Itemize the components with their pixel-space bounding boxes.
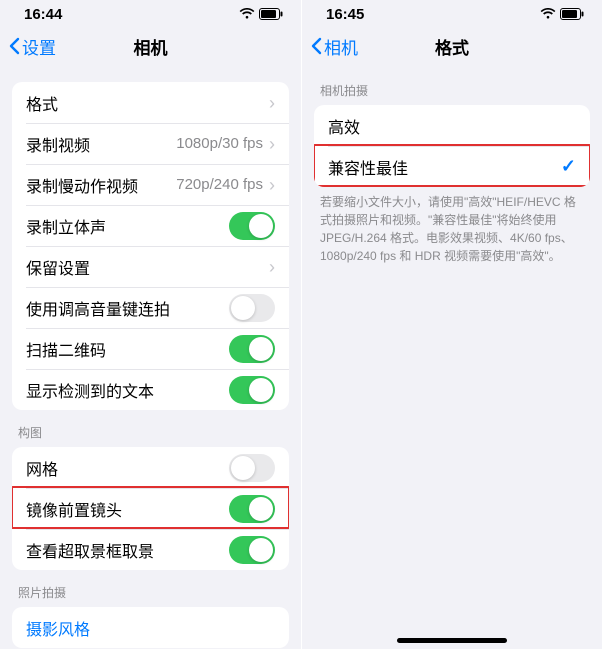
status-icons <box>239 8 283 20</box>
row-label: 镜像前置镜头 <box>26 497 122 521</box>
header-photo-capture: 照片拍摄 <box>12 570 289 607</box>
row-preserve[interactable]: 保留设置 › <box>12 246 289 287</box>
status-time: 16:45 <box>326 6 364 23</box>
row-label: 保留设置 <box>26 255 90 279</box>
row-label: 高效 <box>328 114 360 138</box>
row-stereo: 录制立体声 <box>12 205 289 246</box>
settings-content: 相机拍摄 高效 兼容性最佳 ✓ 若要缩小文件大小，请使用"高效"HEIF/HEV… <box>302 64 602 649</box>
footer-formats: 若要缩小文件大小，请使用"高效"HEIF/HEVC 格式拍摄照片和视频。"兼容性… <box>314 187 590 265</box>
home-indicator[interactable] <box>397 638 507 643</box>
row-label: 扫描二维码 <box>26 337 106 361</box>
toggle-qr[interactable] <box>229 335 275 363</box>
nav-bar: 设置 相机 <box>0 28 301 64</box>
row-label: 录制慢动作视频 <box>26 173 138 197</box>
group-formats: 高效 兼容性最佳 ✓ <box>314 105 590 187</box>
phone-right-format-settings: 16:45 相机 格式 相机拍摄 高效 兼容性最佳 ✓ 若要缩小文件大小，请使用… <box>301 0 602 649</box>
row-photographic-styles[interactable]: 摄影风格 <box>12 607 289 648</box>
nav-bar: 相机 格式 <box>302 28 602 64</box>
back-button[interactable]: 设置 <box>8 34 56 59</box>
row-format[interactable]: 格式 › <box>12 82 289 123</box>
group-composition: 网格 镜像前置镜头 查看超取景框取景 <box>12 447 289 570</box>
toggle-mirror-front[interactable] <box>229 495 275 523</box>
chevron-right-icon: › <box>269 94 275 112</box>
header-composition: 构图 <box>12 410 289 447</box>
row-label: 格式 <box>26 91 58 115</box>
toggle-stereo[interactable] <box>229 212 275 240</box>
chevron-left-icon <box>310 37 322 55</box>
group-photo-capture: 摄影风格 <box>12 607 289 648</box>
row-label: 兼容性最佳 <box>328 155 408 179</box>
row-volume-burst: 使用调高音量键连拍 <box>12 287 289 328</box>
check-icon: ✓ <box>561 156 576 177</box>
status-bar: 16:44 <box>0 0 301 28</box>
chevron-right-icon: › <box>269 135 275 153</box>
row-view-outside-frame: 查看超取景框取景 <box>12 529 289 570</box>
group-capture: 格式 › 录制视频 1080p/30 fps › 录制慢动作视频 720p/24… <box>12 82 289 410</box>
chevron-right-icon: › <box>269 176 275 194</box>
wifi-icon <box>239 8 255 20</box>
row-mirror-front: 镜像前置镜头 <box>12 488 289 529</box>
row-label: 录制视频 <box>26 132 90 156</box>
row-label: 网格 <box>26 456 58 480</box>
row-detail: 1080p/30 fps <box>176 135 263 152</box>
row-detect-text: 显示检测到的文本 <box>12 369 289 410</box>
settings-content: 格式 › 录制视频 1080p/30 fps › 录制慢动作视频 720p/24… <box>0 64 301 649</box>
header-camera-capture: 相机拍摄 <box>314 64 590 105</box>
back-label: 相机 <box>324 34 358 59</box>
status-icons <box>540 8 584 20</box>
status-time: 16:44 <box>24 6 62 23</box>
battery-icon <box>560 8 584 20</box>
chevron-left-icon <box>8 37 20 55</box>
wifi-icon <box>540 8 556 20</box>
row-most-compatible[interactable]: 兼容性最佳 ✓ <box>314 146 590 187</box>
row-video[interactable]: 录制视频 1080p/30 fps › <box>12 123 289 164</box>
row-label: 显示检测到的文本 <box>26 378 154 402</box>
row-label: 使用调高音量键连拍 <box>26 296 170 320</box>
battery-icon <box>259 8 283 20</box>
row-slomo[interactable]: 录制慢动作视频 720p/240 fps › <box>12 164 289 205</box>
back-label: 设置 <box>22 34 56 59</box>
status-bar: 16:45 <box>302 0 602 28</box>
toggle-view-outside-frame[interactable] <box>229 536 275 564</box>
row-grid: 网格 <box>12 447 289 488</box>
toggle-volume-burst[interactable] <box>229 294 275 322</box>
phone-left-camera-settings: 16:44 设置 相机 格式 › 录制视频 1080p/30 fps › 录制慢… <box>0 0 301 649</box>
row-qr: 扫描二维码 <box>12 328 289 369</box>
toggle-grid[interactable] <box>229 454 275 482</box>
chevron-right-icon: › <box>269 258 275 276</box>
row-label: 摄影风格 <box>26 616 90 640</box>
toggle-detect-text[interactable] <box>229 376 275 404</box>
back-button[interactable]: 相机 <box>310 34 358 59</box>
row-high-efficiency[interactable]: 高效 <box>314 105 590 146</box>
row-label: 查看超取景框取景 <box>26 538 154 562</box>
row-detail: 720p/240 fps <box>176 176 263 193</box>
row-label: 录制立体声 <box>26 214 106 238</box>
